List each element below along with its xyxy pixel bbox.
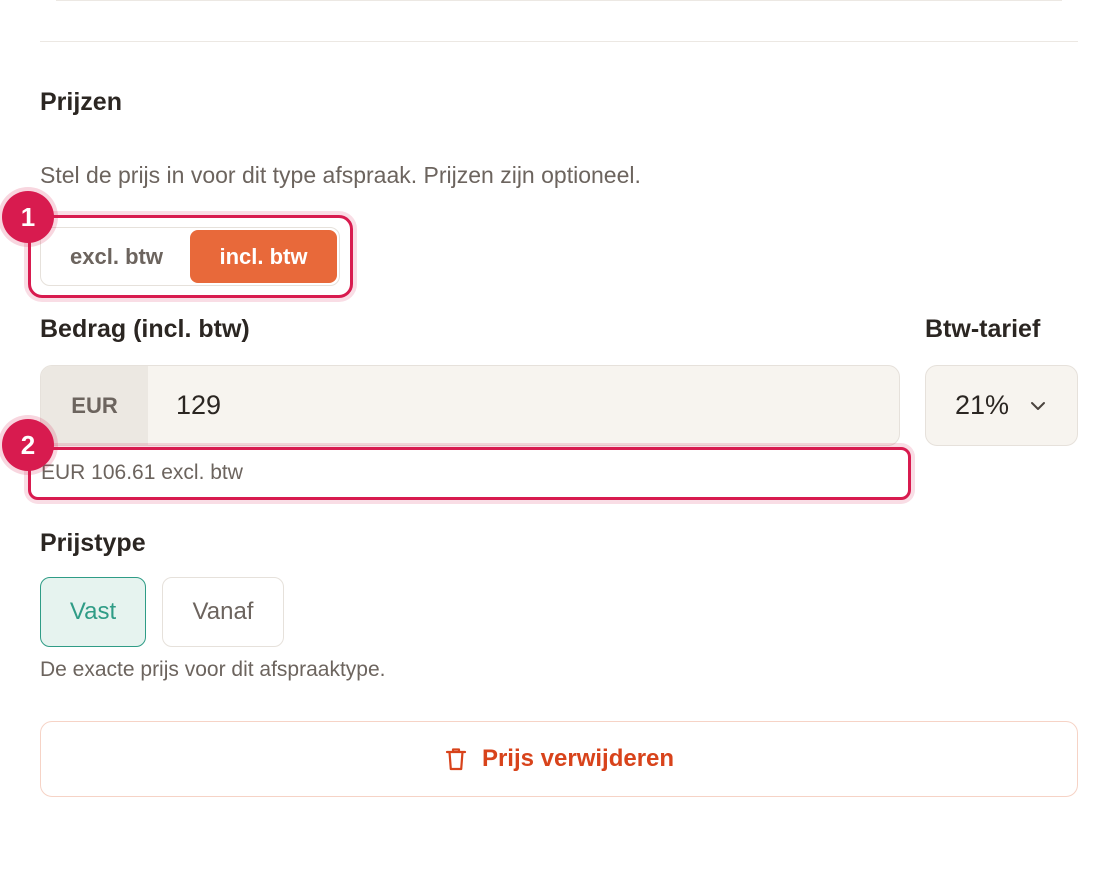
highlight-box-2 — [28, 447, 911, 500]
section-title: Prijzen — [40, 88, 122, 116]
vat-rate-select[interactable]: 21% — [925, 365, 1078, 446]
price-type-label: Prijstype — [40, 529, 146, 557]
highlight-box-1 — [28, 215, 353, 298]
currency-prefix: EUR — [41, 366, 148, 445]
remove-price-button[interactable]: Prijs verwijderen — [40, 721, 1078, 797]
amount-label: Bedrag (incl. btw) — [40, 315, 250, 343]
annotation-badge-1: 1 — [2, 191, 54, 243]
vat-rate-label: Btw-tarief — [925, 315, 1041, 343]
remove-price-label: Prijs verwijderen — [481, 745, 675, 772]
price-type-from-button[interactable]: Vanaf — [162, 577, 284, 647]
amount-input[interactable] — [148, 366, 899, 445]
previous-card-edge — [56, 0, 1062, 1]
section-divider — [40, 41, 1078, 42]
amount-input-group: EUR — [40, 365, 900, 446]
vat-rate-value: 21% — [955, 390, 1010, 420]
section-description: Stel de prijs in voor dit type afspraak.… — [40, 162, 641, 188]
price-type-fixed-button[interactable]: Vast — [40, 577, 146, 647]
price-type-help: De exacte prijs voor dit afspraaktype. — [40, 658, 386, 681]
annotation-badge-2: 2 — [2, 419, 54, 471]
chevron-down-icon — [1031, 401, 1046, 410]
trash-icon — [445, 748, 467, 771]
